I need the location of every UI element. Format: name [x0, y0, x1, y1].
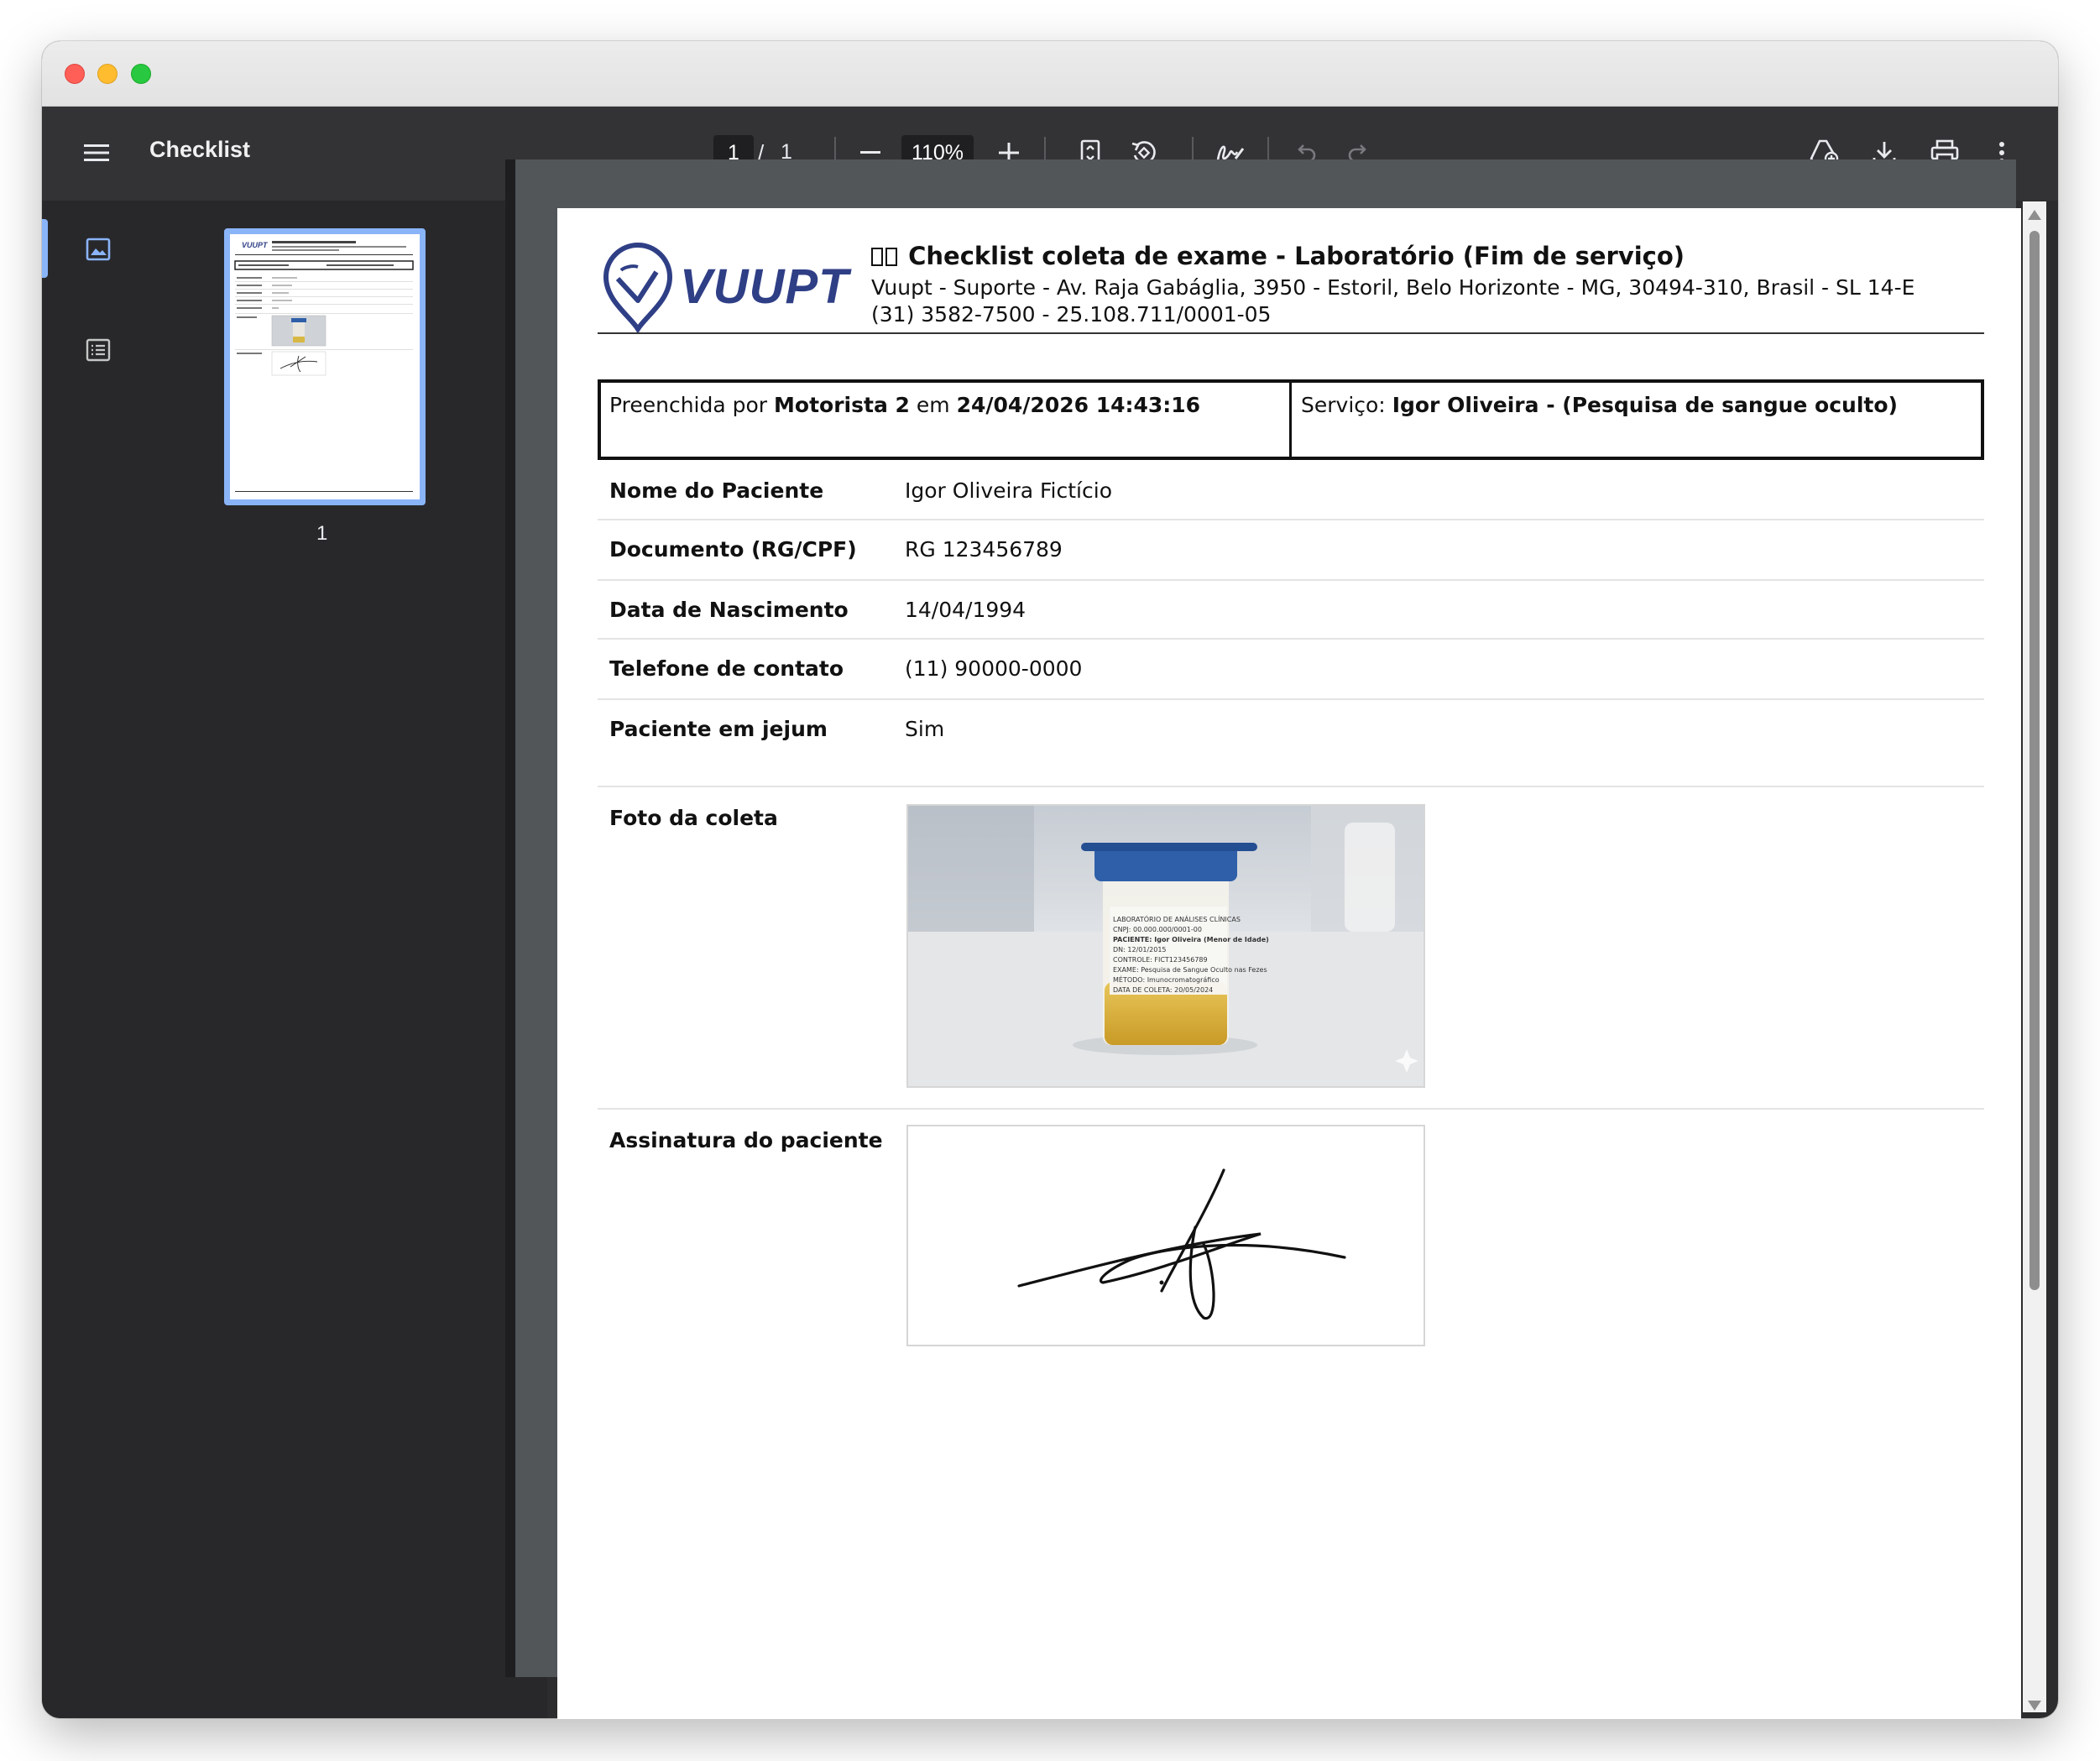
minimize-window-button[interactable] — [97, 64, 118, 84]
filled-by-prefix: Preenchida por — [609, 393, 768, 417]
filled-by-info: Preenchida por Motorista 2 em 24/04/2026… — [609, 393, 1200, 417]
document-outline-icon[interactable] — [86, 338, 116, 367]
field-label: Documento (RG/CPF) — [609, 537, 857, 562]
field-row-document: Documento (RG/CPF) RG 123456789 — [598, 520, 1984, 581]
field-label: Telefone de contato — [609, 656, 844, 681]
field-label: Data de Nascimento — [609, 598, 849, 622]
company-contact: (31) 3582-7500 - 25.108.711/0001-05 — [871, 302, 1272, 327]
document-heading: Checklist coleta de exame - Laboratório … — [871, 242, 1685, 270]
page-thumbnail[interactable]: VUUPT — [224, 228, 426, 505]
missing-glyph-icon — [885, 248, 897, 266]
filled-date: 24/04/2026 14:43:16 — [956, 393, 1201, 417]
document-heading-text: Checklist coleta de exame - Laboratório … — [908, 242, 1685, 270]
jar-label-line: EXAME: Pesquisa de Sangue Oculto nas Fez… — [1113, 966, 1267, 974]
field-value: 14/04/1994 — [905, 598, 1026, 622]
image-thumbnail-icon[interactable] — [86, 238, 116, 266]
jar-label-line: MÉTODO: Imunocromatográfico — [1113, 975, 1220, 984]
hamburger-menu-icon[interactable] — [82, 138, 111, 167]
patient-signature — [906, 1125, 1425, 1346]
signature-label: Assinatura do paciente — [609, 1128, 883, 1152]
jar-label-line: DN: 12/01/2015 — [1113, 946, 1167, 954]
meta-divider — [1289, 383, 1292, 457]
missing-glyph-icon — [871, 248, 883, 266]
jar-label-line: CONTROLE: FICT123456789 — [1113, 956, 1208, 964]
svg-text:VUUPT: VUUPT — [242, 241, 269, 249]
field-value: RG 123456789 — [905, 537, 1063, 562]
field-row-patient-name: Nome do Paciente Igor Oliveira Fictício — [598, 462, 1984, 520]
jar-label-line: DATA DE COLETA: 20/05/2024 — [1113, 986, 1213, 994]
sidebar-resize-handle[interactable] — [505, 159, 515, 1677]
jar-label-line: LABORATÓRIO DE ANÁLISES CLÍNICAS — [1113, 914, 1241, 923]
zoom-window-button[interactable] — [131, 64, 151, 84]
scrollbar-thumb[interactable] — [2029, 231, 2040, 1290]
field-label: Nome do Paciente — [609, 478, 824, 503]
field-value: (11) 90000-0000 — [905, 656, 1083, 681]
service-name: Igor Oliveira - (Pesquisa de sangue ocul… — [1392, 393, 1898, 417]
field-label: Paciente em jejum — [609, 717, 828, 741]
field-row-phone: Telefone de contato (11) 90000-0000 — [598, 640, 1984, 700]
filled-by-connector: em — [916, 393, 950, 417]
vuupt-logo-icon — [603, 243, 673, 334]
collection-photo: LABORATÓRIO DE ANÁLISES CLÍNICAS CNPJ: 0… — [906, 804, 1425, 1088]
close-window-button[interactable] — [65, 64, 85, 84]
sidebar-active-indicator — [42, 219, 48, 278]
jar-label-line: CNPJ: 00.000.000/0001-00 — [1113, 926, 1202, 933]
scroll-up-arrow[interactable] — [2028, 210, 2041, 220]
field-value: Sim — [905, 717, 945, 741]
filled-by-name: Motorista 2 — [774, 393, 910, 417]
scroll-down-arrow[interactable] — [2028, 1701, 2041, 1711]
company-address: Vuupt - Suporte - Av. Raja Gabáglia, 395… — [871, 275, 1915, 300]
window-titlebar — [42, 41, 2058, 107]
field-row-birth-date: Data de Nascimento 14/04/1994 — [598, 581, 1984, 640]
field-row-fasting: Paciente em jejum Sim — [598, 700, 1984, 787]
thumbnail-sidebar: VUUPT 1 — [42, 201, 547, 1718]
service-prefix: Serviço: — [1301, 393, 1386, 417]
service-info: Serviço: Igor Oliveira - (Pesquisa de sa… — [1301, 393, 1898, 417]
document-title: Checklist — [149, 137, 251, 162]
header-divider — [598, 332, 1984, 334]
thumbnail-page-number: 1 — [316, 522, 328, 545]
field-value: Igor Oliveira Fictício — [905, 478, 1112, 503]
pdf-page: VUUPT Checklist coleta de exame - Labora… — [557, 208, 2021, 1719]
jar-label-line: PACIENTE: Igor Oliveira (Menor de Idade) — [1113, 936, 1269, 943]
photo-label: Foto da coleta — [609, 806, 778, 830]
submission-meta-box: Preenchida por Motorista 2 em 24/04/2026… — [598, 379, 1984, 460]
vuupt-logo-text: VUUPT — [680, 259, 849, 314]
